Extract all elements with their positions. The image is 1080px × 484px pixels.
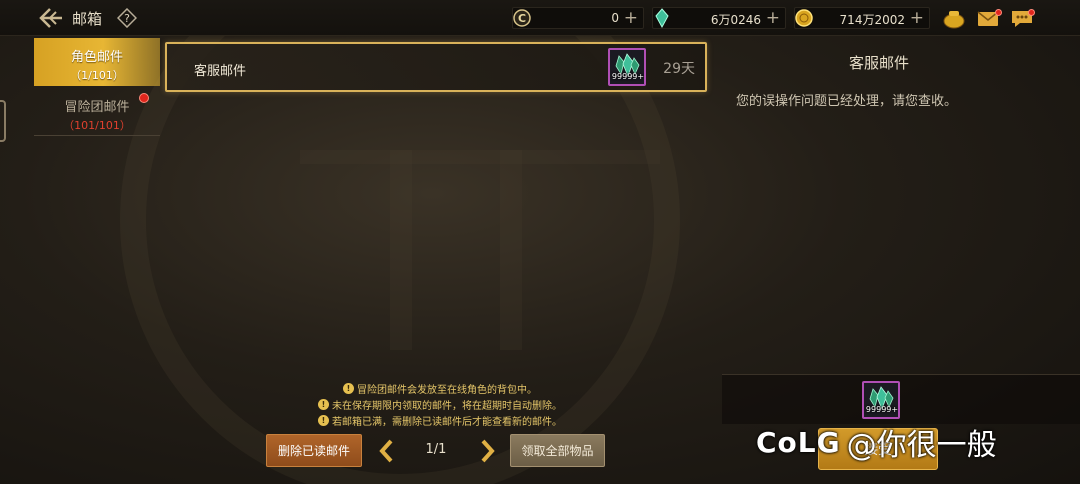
mail-notices: ! 冒险团邮件会发放至在线角色的背包中。 ! 未在保存期限内领取的邮件，将在超期… — [300, 380, 580, 428]
adventure-mail-notification-dot — [139, 93, 149, 103]
tab-adventure-team-mail-count: （101/101） — [63, 119, 131, 132]
mail-list-item[interactable]: 客服邮件 99999+ 29天 — [165, 42, 707, 92]
pouch-icon[interactable] — [941, 5, 967, 31]
watermark-user: @你很一般 — [846, 428, 997, 463]
coin-c-icon: C — [510, 6, 534, 30]
notice-text: 未在保存期限内领取的邮件，将在超期时自动删除。 — [332, 400, 562, 412]
currency-c-value: 0 — [611, 11, 619, 25]
tab-character-mail-label: 角色邮件 — [70, 50, 123, 65]
notice-text: 冒险团邮件会发放至在线角色的背包中。 — [357, 384, 537, 396]
mail-detail-title: 客服邮件 — [848, 54, 909, 72]
mail-expiry: 29天 — [663, 61, 695, 77]
background-pillar — [500, 150, 522, 350]
notice-text: 若邮箱已满，需删除已读邮件后才能查看新的邮件。 — [332, 416, 562, 428]
mail-subject: 客服邮件 — [194, 64, 247, 79]
detail-attachment-quantity: 99999+ — [865, 405, 899, 414]
mail-notification-dot — [995, 9, 1002, 16]
currency-gold-value: 714万2002 — [839, 13, 905, 27]
warning-icon: ! — [318, 414, 329, 426]
question-icon[interactable]: ? — [116, 7, 138, 29]
mail-attachment-quantity: 99999+ — [611, 72, 645, 81]
currency-gold-box: 714万2002 + — [794, 7, 930, 29]
warning-icon: ! — [318, 398, 329, 410]
currency-c-box: C 0 + — [512, 7, 644, 29]
background-beam — [300, 150, 660, 164]
add-currency-c-button[interactable]: + — [624, 8, 638, 28]
watermark: CoLG @你很一般 — [756, 420, 997, 464]
mail-attachment-slot: 99999+ — [608, 48, 646, 86]
svg-text:C: C — [518, 12, 526, 25]
detail-attachment-slot[interactable]: 99999+ — [862, 381, 900, 419]
prev-page-arrow-icon[interactable] — [376, 437, 398, 465]
delete-read-mail-button[interactable]: 删除已读邮件 — [266, 434, 362, 467]
watermark-logo: CoLG — [756, 425, 841, 459]
side-drawer-handle[interactable] — [0, 100, 6, 142]
detail-attachment-bar: 99999+ — [722, 374, 1080, 424]
background-pillar — [390, 150, 412, 350]
gold-coin-icon — [792, 6, 816, 30]
warning-icon: ! — [343, 382, 354, 394]
add-crystal-button[interactable]: + — [766, 8, 780, 28]
notice-line: ! 未在保存期限内领取的邮件，将在超期时自动删除。 — [300, 396, 580, 412]
crystal-icon — [650, 6, 674, 30]
tab-character-mail-count: （1/101） — [70, 69, 124, 82]
page-indicator: 1/1 — [425, 442, 447, 457]
next-page-arrow-icon[interactable] — [476, 437, 498, 465]
notice-line: ! 若邮箱已满，需删除已读邮件后才能查看新的邮件。 — [300, 412, 580, 428]
currency-crystal-box: 6万0246 + — [652, 7, 786, 29]
svg-text:?: ? — [124, 12, 130, 25]
page-title: 邮箱 — [72, 10, 103, 28]
add-gold-button[interactable]: + — [910, 8, 924, 28]
claim-all-items-button[interactable]: 领取全部物品 — [510, 434, 605, 467]
top-bar: 邮箱 ? C 0 + 6万0246 + 714万2002 + — [0, 0, 1080, 36]
notice-line: ! 冒险团邮件会发放至在线角色的背包中。 — [300, 380, 580, 396]
tab-character-mail[interactable]: 角色邮件 （1/101） — [34, 38, 160, 86]
mail-detail-body: 您的误操作问题已经处理，请您查收。 — [736, 94, 958, 109]
currency-crystal-value: 6万0246 — [710, 13, 761, 27]
back-arrow-icon[interactable] — [38, 6, 64, 30]
chat-notification-dot — [1028, 9, 1035, 16]
